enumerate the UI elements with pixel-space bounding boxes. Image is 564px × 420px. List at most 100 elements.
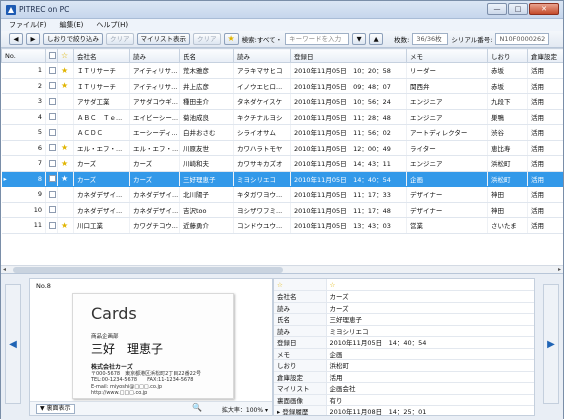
star-icon[interactable]: ★ [61, 174, 68, 183]
row-checkbox[interactable] [45, 93, 58, 110]
close-button[interactable]: ✕ [529, 3, 559, 15]
mylist-button[interactable]: マイリスト表示 [136, 33, 190, 45]
row-checkbox[interactable] [45, 217, 58, 234]
property-value[interactable]: 活用 [326, 371, 534, 383]
scroll-right-icon[interactable]: ▸ [558, 266, 561, 273]
row-select-checkbox[interactable] [49, 82, 56, 90]
minimize-button[interactable]: — [487, 3, 507, 15]
star-icon[interactable]: ★ [61, 112, 68, 121]
show-back-button[interactable]: ▼ 裏面表示 [36, 404, 75, 414]
row-select-checkbox[interactable] [49, 175, 56, 183]
property-row[interactable]: 読み ミヨシリエコ [274, 325, 534, 337]
row-star-icon[interactable]: ★ [57, 62, 74, 79]
property-row[interactable]: 裏面画像 有り [274, 394, 534, 406]
table-row[interactable]: 5 ★ ＡＣＤＣエーシーディ...白井おさむシライオサム2010年11月05日 11… [1, 124, 563, 141]
row-star-icon[interactable]: ★ [57, 109, 74, 125]
table-row[interactable]: 6 ★ エル・エフ・... エル・エフ・... 川原友世 カワハラトモヤ 2010年11月0… [1, 140, 563, 156]
row-star-icon[interactable]: ★ [57, 140, 74, 156]
row-star-icon[interactable]: ★ [57, 217, 74, 234]
row-select-checkbox[interactable] [49, 190, 56, 198]
star-icon[interactable]: ★ [61, 128, 68, 137]
table-row[interactable]: 2 ★ ＩＴリサーチ アイティリサ... 井上広彦 イノウエヒロ... 2010年11月05… [1, 78, 563, 94]
prev-button[interactable]: ◀ [9, 33, 23, 45]
table-row[interactable]: 4 ★ ＡＢＣ Ｔｅ...エイビーシー...菊池成良キクチナルヨシ2010年11月0… [1, 109, 563, 125]
favorite-toggle-button[interactable]: ★ [223, 33, 239, 45]
row-star-icon[interactable]: ★ [57, 93, 74, 110]
table-row[interactable]: 11 ★ 川口工業 カワグチコウ... 近藤勇介 コンドウユウ... 2010年11月05日… [1, 217, 563, 234]
zoom-control[interactable]: 拡大率：100% ▾ [222, 405, 268, 414]
star-icon[interactable]: ★ [61, 190, 68, 199]
property-row[interactable]: 登録日 2010年11月05日 14：40：54 [274, 336, 534, 349]
row-select-checkbox[interactable] [49, 113, 56, 121]
row-select-checkbox[interactable] [49, 206, 56, 214]
clear-mylist-button[interactable]: クリア [193, 33, 221, 45]
row-checkbox[interactable] [45, 109, 58, 125]
row-select-checkbox[interactable] [49, 144, 56, 152]
table-row[interactable]: ▸ 8 ★ カーズ カーズ 三好理恵子 ミヨシリエコ 2010年11月05日 14：40：54… [1, 171, 563, 187]
col-storage-header[interactable]: 倉庫設定 [527, 48, 563, 63]
horizontal-scrollbar[interactable]: ◂ ▸ [1, 265, 563, 273]
star-icon[interactable]: ★ [61, 81, 68, 90]
col-date-header[interactable]: 登録日 [290, 48, 407, 63]
select-all-checkbox[interactable] [49, 52, 56, 59]
property-row[interactable]: メモ 企画 [274, 348, 534, 360]
row-select-checkbox[interactable] [49, 159, 56, 167]
property-value[interactable]: 三好理恵子 [326, 313, 534, 326]
row-select-checkbox[interactable] [49, 66, 56, 74]
property-value[interactable]: 2010年11月08日 14：25：01 [326, 405, 534, 415]
table-row[interactable]: 3 ★ アサダ工業アサダコウギ...種田圭介タネダケイスケ2010年11月05日 1… [1, 93, 563, 110]
col-memo-header[interactable]: メモ [406, 48, 488, 63]
col-no-header[interactable]: No. [1, 48, 46, 63]
next-card-arrow-icon[interactable]: ▶ [543, 284, 559, 404]
col-check-header[interactable] [45, 48, 58, 63]
property-row[interactable]: ▸ 登録履歴 2010年11月08日 14：25：01 [274, 405, 534, 415]
next-button[interactable]: ▶ [26, 33, 40, 45]
col-name-header[interactable]: 氏名 [179, 48, 234, 63]
menu-edit[interactable]: 編集(E) [52, 19, 89, 30]
zoom-value[interactable]: 100% [246, 407, 263, 414]
row-star-icon[interactable]: ★ [57, 155, 74, 172]
title-bar[interactable]: PITREC on PC — □ ✕ [1, 1, 563, 19]
row-select-checkbox[interactable] [49, 221, 56, 229]
row-star-icon[interactable]: ★ [57, 186, 74, 203]
col-name-yomi-header[interactable]: 読み [233, 48, 291, 63]
maximize-button[interactable]: □ [508, 3, 528, 15]
table-row[interactable]: 1 ★ ＩＴリサーチ アイティリサ... 荒木雅彦 アラキマサヒコ 2010年11月05日 … [1, 62, 563, 79]
row-checkbox[interactable] [45, 186, 58, 203]
zoom-icon[interactable]: 🔍 [192, 403, 202, 412]
star-icon[interactable]: ★ [61, 221, 68, 230]
property-value[interactable]: ☆ [326, 279, 534, 291]
row-checkbox[interactable] [45, 62, 58, 79]
row-star-icon[interactable]: ★ [57, 124, 74, 141]
property-row[interactable]: しおり 浜松町 [274, 359, 534, 372]
star-icon[interactable]: ★ [61, 66, 68, 75]
row-checkbox[interactable] [45, 202, 58, 218]
row-star-icon[interactable]: ★ [57, 202, 74, 218]
row-checkbox[interactable] [45, 140, 58, 156]
table-row[interactable]: 10★カネダデザイ...カネダデザイ...吉沢tooヨシザワフミ...2010年… [1, 202, 563, 218]
property-value[interactable]: 企画 [326, 348, 534, 360]
property-row[interactable]: マイリスト 企画会社 [274, 382, 534, 395]
row-checkbox[interactable] [45, 155, 58, 172]
search-scope-label[interactable]: 検索:すべて・ [242, 34, 282, 44]
prev-card-arrow-icon[interactable]: ◀ [5, 284, 21, 404]
table-row[interactable]: 9★カネダデザイ...カネダデザイ...北川陽子キタガワヨウ...2010年11… [1, 186, 563, 203]
property-value[interactable]: カーズ [326, 302, 534, 314]
star-icon[interactable]: ★ [61, 97, 68, 106]
scroll-left-icon[interactable]: ◂ [3, 266, 6, 273]
property-row[interactable]: 会社名 カーズ [274, 290, 534, 303]
property-value[interactable]: 有り [326, 394, 534, 406]
row-checkbox[interactable] [45, 171, 58, 187]
star-icon[interactable]: ★ [61, 205, 68, 214]
property-row[interactable]: 読み カーズ [274, 302, 534, 314]
menu-file[interactable]: ファイル(F) [1, 19, 52, 30]
property-row[interactable]: 倉庫設定 活用 [274, 371, 534, 383]
table-row[interactable]: 7 ★ カーズ カーズ 川崎和夫 カワサキカズオ 2010年11月05日 14：43：11 エ… [1, 155, 563, 172]
row-select-checkbox[interactable] [49, 128, 56, 136]
property-value[interactable]: 2010年11月05日 14：40：54 [326, 336, 534, 349]
star-icon[interactable]: ★ [61, 159, 68, 168]
search-down-button[interactable]: ▼ [352, 33, 367, 45]
clear-filter-button[interactable]: クリア [106, 33, 134, 45]
bookmark-filter-button[interactable]: しおりで絞り込み [43, 33, 103, 45]
property-value[interactable]: 浜松町 [326, 359, 534, 372]
